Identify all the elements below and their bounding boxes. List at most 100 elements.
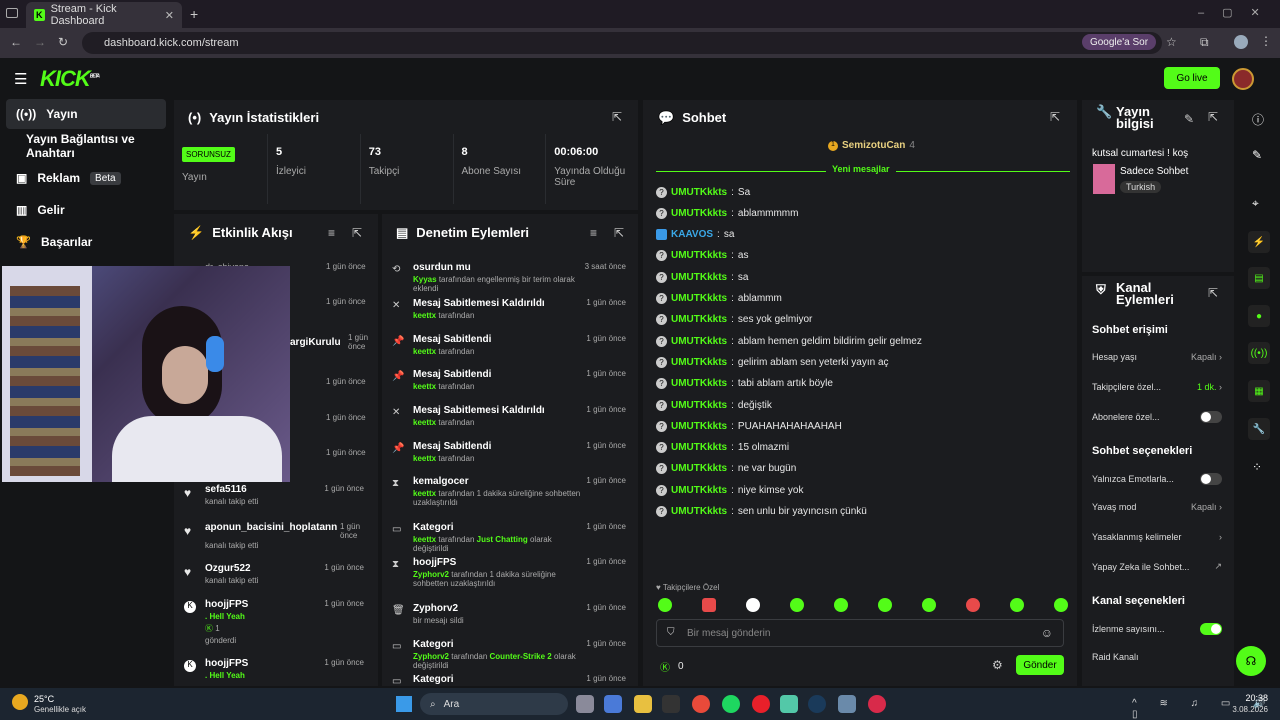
chat-message[interactable]: KAAVOS: sa	[656, 228, 734, 242]
emote-icon[interactable]	[878, 598, 892, 612]
emote-icon[interactable]	[922, 598, 936, 612]
profile-icon[interactable]	[1234, 35, 1248, 49]
pinned-user[interactable]: 1 SemizotuCan 4	[828, 140, 915, 151]
chat-message[interactable]: ? UMUTKkkts: tabi ablam artık böyle	[656, 377, 833, 391]
sidebar-item-achievements[interactable]: 🏆 Başarılar	[6, 227, 166, 257]
chat-settings-icon[interactable]: ⚙	[992, 658, 1003, 672]
extensions-icon[interactable]: ⧉	[1200, 35, 1209, 50]
tab-list-icon[interactable]	[6, 8, 18, 18]
google-ask-button[interactable]: Google'a Sor	[1082, 34, 1156, 50]
url-bar[interactable]: dashboard.kick.com/stream	[82, 32, 1162, 54]
taskview-icon[interactable]	[576, 695, 594, 713]
kick-logo[interactable]: KICKBETA	[40, 66, 100, 92]
rail-chat-button[interactable]: ●	[1248, 305, 1270, 327]
focus-icon[interactable]: ⌖	[1252, 196, 1259, 211]
filter-icon[interactable]: ≡	[590, 226, 597, 240]
expand-icon[interactable]: ⇱	[1050, 110, 1060, 124]
emotes-only-row[interactable]: Yalnızca Emotlarla...	[1092, 473, 1222, 485]
chat-message[interactable]: ? UMUTKkkts: ablammm	[656, 292, 782, 306]
emote-icon[interactable]	[790, 598, 804, 612]
rail-channel-actions-button[interactable]: ▦	[1248, 380, 1270, 402]
emote-icon[interactable]	[1054, 598, 1068, 612]
opera-icon[interactable]	[752, 695, 770, 713]
webcam-overlay[interactable]	[2, 266, 290, 482]
taskbar-search[interactable]: ⌕ Ara	[420, 693, 568, 715]
spotify-icon[interactable]	[722, 695, 740, 713]
send-button[interactable]: Gönder	[1016, 655, 1064, 675]
reload-icon[interactable]: ↻	[58, 35, 68, 49]
rail-stats-button[interactable]: ((•))	[1248, 342, 1270, 364]
chat-input[interactable]: ⛉ Bir mesaj gönderin ☺	[656, 619, 1064, 647]
view-count-row[interactable]: İzlenme sayısını...	[1092, 623, 1222, 635]
expand-icon[interactable]: ⇱	[614, 226, 624, 240]
emote-icon[interactable]	[1010, 598, 1024, 612]
account-age-row[interactable]: Hesap yaşı Kapalı ›	[1092, 352, 1222, 362]
edit-icon[interactable]: ✎	[1184, 112, 1194, 126]
chat-message[interactable]: ? UMUTKkkts:15 olmazmi	[656, 441, 789, 455]
chat-message[interactable]: ? UMUTKkkts: sa	[656, 270, 748, 284]
info-icon[interactable]: ⓘ	[1252, 111, 1264, 128]
user-avatar[interactable]	[1232, 68, 1254, 90]
sidebar-item-stream-key[interactable]: Yayın Bağlantısı ve Anahtarı	[6, 131, 176, 161]
chat-message[interactable]: ? UMUTKkkts: ses yok gelmiyor	[656, 313, 812, 327]
chat-message[interactable]: ? UMUTKkkts: niye kimse yok	[656, 483, 803, 497]
banned-words-row[interactable]: Yasaklanmış kelimeler ›	[1092, 532, 1222, 542]
app-icon[interactable]	[662, 695, 680, 713]
emoji-icon[interactable]: ☺	[1041, 626, 1053, 640]
explorer-icon[interactable]	[634, 695, 652, 713]
emote-icon[interactable]	[966, 598, 980, 612]
uptime: 00:06:00	[554, 146, 599, 158]
filter-icon[interactable]: ≡	[328, 226, 335, 240]
expand-icon[interactable]: ⇱	[1208, 286, 1218, 300]
emote-icon[interactable]	[702, 598, 716, 612]
ai-chat-row[interactable]: Yapay Zeka ile Sohbet... ↗	[1092, 561, 1222, 572]
start-icon[interactable]	[396, 696, 412, 712]
app-icon[interactable]	[868, 695, 886, 713]
chat-message[interactable]: ? UMUTKkkts: as	[656, 249, 748, 263]
chat-message[interactable]: ? UMUTKkkts: Sa	[656, 185, 750, 199]
pen-icon[interactable]: ✎	[1252, 148, 1262, 162]
emote-icon[interactable]	[746, 598, 760, 612]
help-button[interactable]: ☊	[1236, 646, 1266, 676]
chrome-icon[interactable]	[692, 695, 710, 713]
window-controls[interactable]: –▢✕	[1198, 6, 1278, 19]
close-tab-icon[interactable]: ✕	[165, 9, 174, 22]
widgets-icon[interactable]	[604, 695, 622, 713]
go-live-button[interactable]: Go live	[1164, 67, 1220, 89]
sidebar-item-stream[interactable]: ((•)) Yayın	[6, 99, 166, 129]
expand-icon[interactable]: ⇱	[612, 110, 622, 124]
kick-points[interactable]: Ⓚ 0	[660, 659, 684, 674]
chat-message[interactable]: ? UMUTKkkts: ablam hemen geldim bildirim g…	[656, 334, 922, 348]
new-tab-icon[interactable]: +	[190, 6, 198, 22]
bookmark-star-icon[interactable]: ☆	[1166, 35, 1177, 49]
subscribers-only-row[interactable]: Abonelere özel...	[1092, 411, 1222, 423]
rail-stream-info-button[interactable]: 🔧	[1248, 418, 1270, 440]
rail-moderation-button[interactable]: ▤	[1248, 267, 1270, 289]
browser-tab[interactable]: K Stream - Kick Dashboard ✕	[26, 2, 182, 28]
forward-icon[interactable]: →	[34, 35, 46, 49]
browser-menu-icon[interactable]: ⋮	[1260, 34, 1272, 48]
document-icon: ▤	[396, 225, 409, 240]
chat-message[interactable]: ? UMUTKkkts: PUAHAHAHAHAAHAH	[656, 419, 842, 433]
emote-icon[interactable]	[834, 598, 848, 612]
chat-message[interactable]: ? UMUTKkkts: değiştik	[656, 398, 772, 412]
hamburger-icon[interactable]: ☰	[14, 70, 27, 88]
app-icon[interactable]	[780, 695, 798, 713]
chat-message[interactable]: ? UMUTKkkts: gelirim ablam sen yeterki yay…	[656, 355, 889, 369]
sidebar-item-revenue[interactable]: ▥ Gelir	[6, 195, 166, 225]
steam-icon[interactable]	[808, 695, 826, 713]
rail-activity-button[interactable]: ⚡	[1248, 231, 1270, 253]
slow-mode-row[interactable]: Yavaş mod Kapalı ›	[1092, 502, 1222, 512]
expand-icon[interactable]: ⇱	[352, 226, 362, 240]
raid-channel-row[interactable]: Raid Kanalı	[1092, 652, 1222, 662]
sidebar-item-ads[interactable]: ▣ Reklam Beta	[6, 163, 166, 193]
emote-icon[interactable]	[658, 598, 672, 612]
chat-message[interactable]: ? UMUTKkkts: ne var bugün	[656, 462, 796, 476]
layout-icon[interactable]: ⁘	[1252, 460, 1262, 474]
app-icon[interactable]	[838, 695, 856, 713]
expand-icon[interactable]: ⇱	[1208, 110, 1218, 124]
followers-only-row[interactable]: Takipçilere özel... 1 dk. ›	[1092, 382, 1222, 392]
chat-message[interactable]: ? UMUTKkkts: sen unlu bir yayıncısın çünkü	[656, 505, 867, 519]
chat-message[interactable]: ? UMUTKkkts: ablammmmm	[656, 206, 798, 220]
back-icon[interactable]: ←	[10, 35, 22, 49]
